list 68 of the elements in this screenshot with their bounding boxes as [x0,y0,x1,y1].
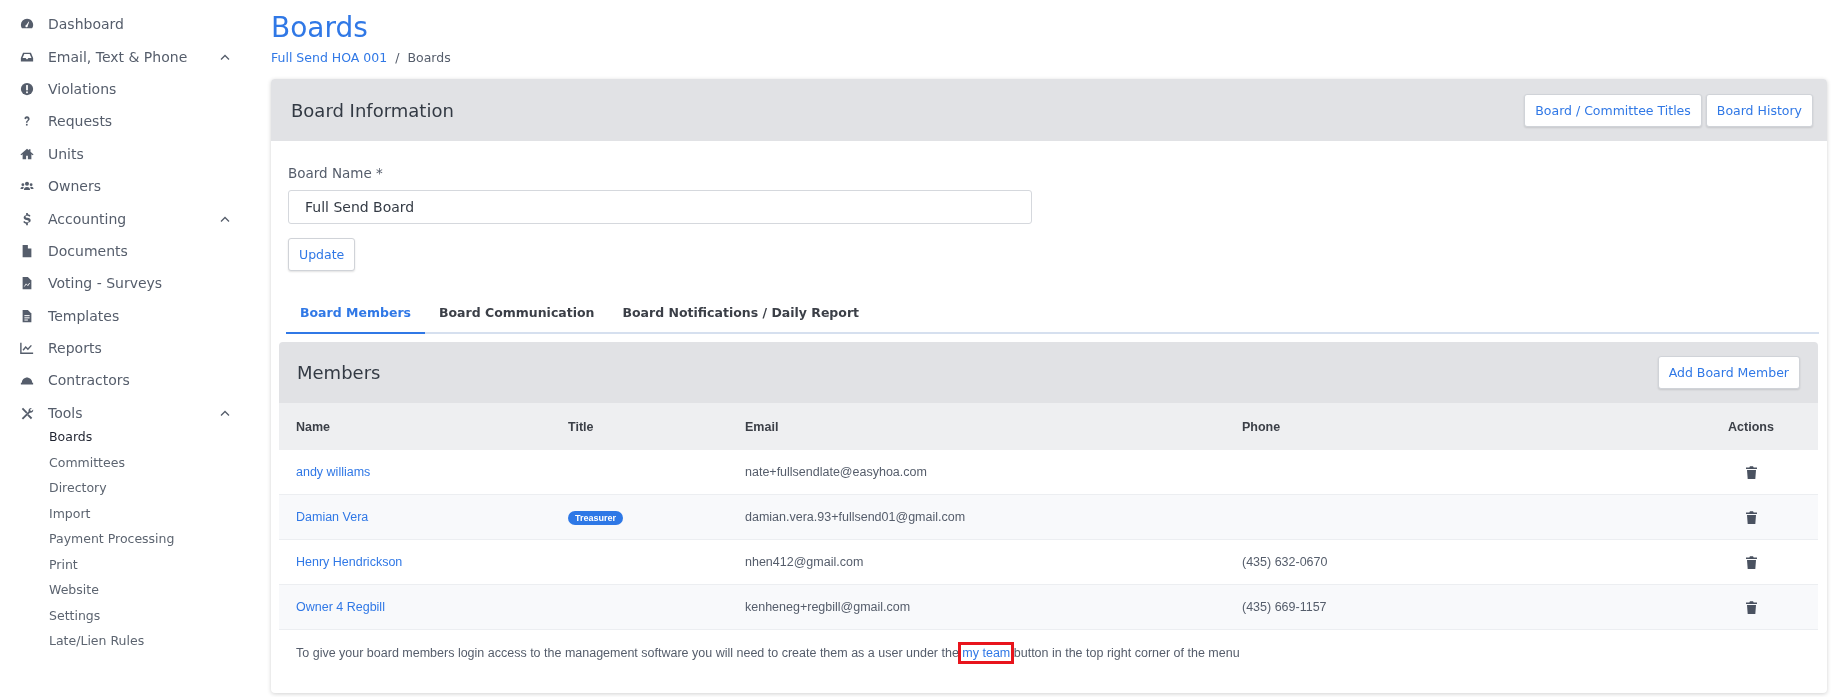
line-chart-icon [20,341,34,356]
sidebar-item[interactable]: Requests [20,105,230,138]
field-label: Board Name * [288,165,383,181]
sidebar-subitem[interactable]: Late/Lien Rules [20,633,145,659]
tab[interactable]: Board Notifications / Daily Report [608,293,874,334]
sidebar-subitem[interactable]: Print [20,556,78,583]
sidebar-subitem[interactable]: Directory [20,480,107,506]
trash-icon[interactable] [1745,511,1757,525]
email-cell: nate+fullsendlate@easyhoa.com [745,465,927,479]
members-title: Members [297,362,381,383]
member-name-link[interactable]: Henry Hendrickson [296,555,403,569]
column-header: Email [745,419,779,434]
house-icon [20,146,34,161]
phone-cell: (435) 669-1157 [1242,600,1327,614]
file-lines-icon [20,308,34,323]
member-name-link[interactable]: andy williams [296,465,371,479]
card-title: Board Information [291,99,454,121]
title-badge: Treasurer [568,510,624,525]
sidebar-item[interactable]: Documents [20,234,230,268]
sidebar-subitem[interactable]: Website [20,582,99,608]
sidebar-item[interactable]: Owners [20,169,230,203]
column-header: Name [296,419,331,434]
tools-icon [20,405,34,420]
breadcrumb-current: Boards [407,50,451,65]
caret-up-icon [220,215,230,222]
column-header: Actions [1728,419,1774,434]
sidebar-subitem[interactable]: Settings [20,607,101,634]
trash-icon[interactable] [1745,466,1757,480]
breadcrumb-link[interactable]: Full Send HOA 001 [271,50,388,65]
header-button[interactable]: Board History [1705,93,1813,127]
sidebar-item[interactable]: Units [20,137,230,170]
column-header: Title [568,419,594,434]
sidebar-subitem[interactable]: Payment Processing [20,531,175,557]
sidebar-item[interactable]: Tools [20,396,230,430]
sidebar-item[interactable]: Accounting [20,202,230,235]
exclamation-icon [20,81,34,96]
tab[interactable]: Board Members [286,293,425,334]
sidebar-subitem[interactable]: Committees [20,454,125,481]
help-text: To give your board members login access to the management software you will need to create them as a user under the my team button in the top right corner of the menu [279,630,1818,676]
email-cell: kenheneg+regbill@gmail.com [745,600,911,614]
sidebar-subitem[interactable]: Boards [20,429,93,455]
sidebar-item[interactable]: Email, Text & Phone [20,40,230,73]
sidebar-item[interactable]: Voting - Surveys [20,267,230,300]
member-name-link[interactable]: Owner 4 Regbill [296,600,385,614]
sidebar-subitem[interactable]: Import [20,505,91,532]
caret-up-icon [220,409,230,416]
tab[interactable]: Board Communication [425,293,609,334]
email-cell: nhen412@gmail.com [745,555,864,569]
header-button[interactable]: Board / Committee Titles [1524,93,1702,127]
phone-cell: (435) 632-0670 [1242,555,1328,569]
sidebar-item[interactable]: Reports [20,331,230,365]
trash-icon[interactable] [1745,601,1757,615]
trash-icon[interactable] [1745,556,1757,570]
email-cell: damian.vera.93+fullsend01@gmail.com [745,510,966,524]
ballot-icon [20,276,34,291]
add-member-button[interactable]: Add Board Member [1657,356,1800,389]
document-icon [20,243,34,258]
page-title: Boards [271,10,368,46]
caret-up-icon [220,53,230,60]
breadcrumb-separator: / [395,50,400,65]
sidebar-item[interactable]: Templates [20,299,230,332]
sidebar-item[interactable]: Violations [20,72,230,106]
sidebar-item[interactable]: Contractors [20,364,230,397]
sidebar-item[interactable]: Dashboard [20,8,230,41]
board-name-field[interactable]: Full Send Board [288,190,1032,224]
update-button[interactable]: Update [288,238,356,271]
column-header: Phone [1242,419,1281,434]
member-name-link[interactable]: Damian Vera [296,510,369,524]
